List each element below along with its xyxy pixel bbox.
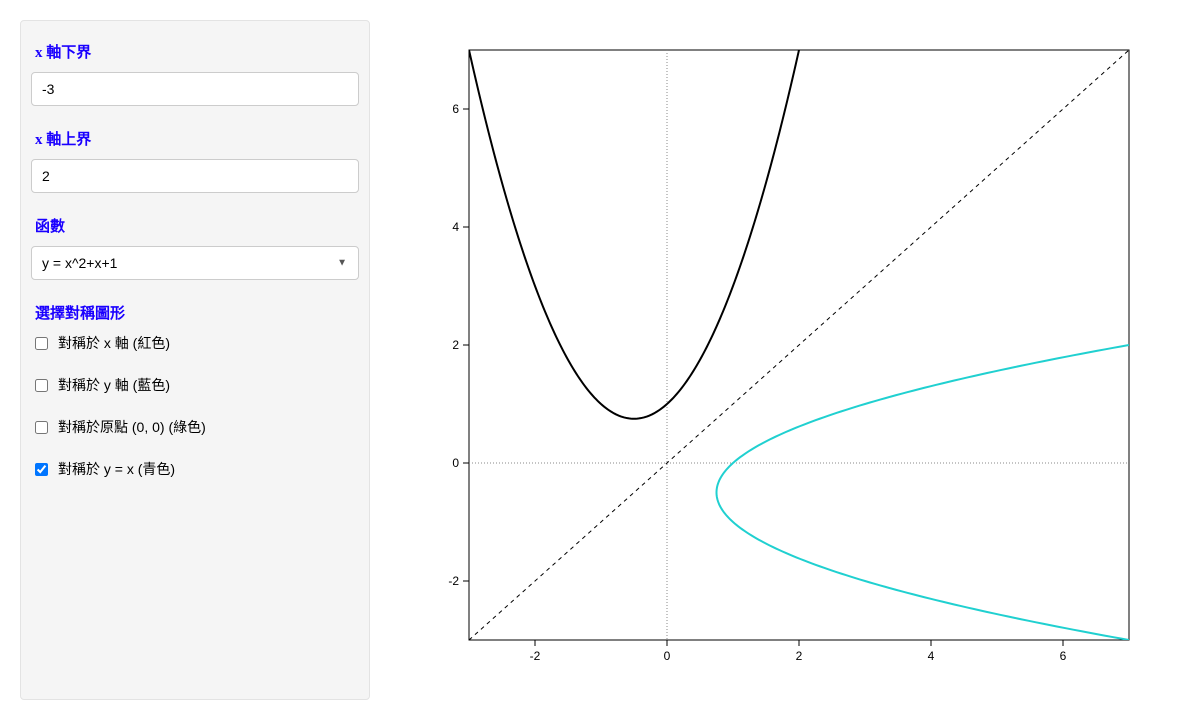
function-plot: -2 0 2 4 6 -2 0 2 4 6 <box>429 20 1149 700</box>
symmetry-checkbox-row[interactable]: 對稱於 y = x (青色) <box>31 459 359 479</box>
x-lower-field: x 軸下界 <box>31 41 359 106</box>
symmetry-checkbox-row[interactable]: 對稱於 x 軸 (紅色) <box>31 333 359 353</box>
svg-text:6: 6 <box>1059 649 1066 663</box>
symmetry-checkbox[interactable] <box>35 379 48 392</box>
symmetry-checkbox[interactable] <box>35 463 48 476</box>
symmetry-checkbox-label: 對稱於 x 軸 (紅色) <box>58 333 170 353</box>
svg-text:2: 2 <box>795 649 802 663</box>
x-lower-label: x 軸下界 <box>31 41 359 62</box>
svg-text:0: 0 <box>452 456 459 470</box>
x-upper-field: x 軸上界 <box>31 128 359 193</box>
symmetry-checkbox[interactable] <box>35 337 48 350</box>
symmetry-checkbox-row[interactable]: 對稱於原點 (0, 0) (綠色) <box>31 417 359 437</box>
svg-text:4: 4 <box>452 220 459 234</box>
symmetry-checkbox-row[interactable]: 對稱於 y 軸 (藍色) <box>31 375 359 395</box>
svg-text:-2: -2 <box>448 574 459 588</box>
x-upper-label: x 軸上界 <box>31 128 359 149</box>
symmetry-checkbox-label: 對稱於 y = x (青色) <box>58 459 175 479</box>
symmetry-field: 選擇對稱圖形 對稱於 x 軸 (紅色) 對稱於 y 軸 (藍色) 對稱於原點 (0,… <box>31 302 359 479</box>
symmetry-checkbox-group: 對稱於 x 軸 (紅色) 對稱於 y 軸 (藍色) 對稱於原點 (0, 0) (綠色… <box>31 333 359 479</box>
symmetry-checkbox-label: 對稱於 y 軸 (藍色) <box>58 375 170 395</box>
svg-text:6: 6 <box>452 102 459 116</box>
symmetry-checkbox[interactable] <box>35 421 48 434</box>
svg-text:0: 0 <box>663 649 670 663</box>
function-label: 函數 <box>31 215 359 236</box>
x-lower-input[interactable] <box>31 72 359 106</box>
svg-text:2: 2 <box>452 338 459 352</box>
plot-area: -2 0 2 4 6 -2 0 2 4 6 <box>410 20 1167 700</box>
function-select[interactable]: y = x^2+x+1 <box>31 246 359 280</box>
svg-text:4: 4 <box>927 649 934 663</box>
function-select-wrap[interactable]: y = x^2+x+1 ▼ <box>31 246 359 280</box>
svg-text:-2: -2 <box>529 649 540 663</box>
function-field: 函數 y = x^2+x+1 ▼ <box>31 215 359 280</box>
control-panel: x 軸下界 x 軸上界 函數 y = x^2+x+1 ▼ 選擇對稱圖形 對稱於 … <box>20 20 370 700</box>
x-upper-input[interactable] <box>31 159 359 193</box>
symmetry-label: 選擇對稱圖形 <box>31 302 359 323</box>
symmetry-checkbox-label: 對稱於原點 (0, 0) (綠色) <box>58 417 206 437</box>
